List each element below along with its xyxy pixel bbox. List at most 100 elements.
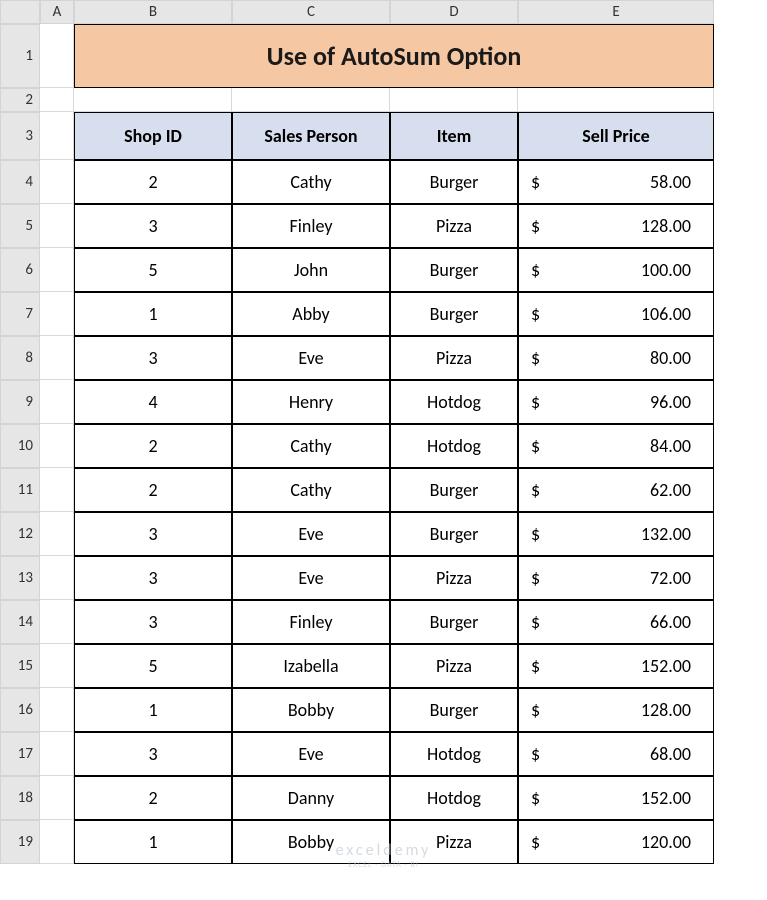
row-header-9[interactable]: 9 xyxy=(0,380,40,424)
cell-shop[interactable]: 5 xyxy=(74,248,232,292)
row-header-16[interactable]: 16 xyxy=(0,688,40,732)
row-header-14[interactable]: 14 xyxy=(0,600,40,644)
cell-person[interactable]: Izabella xyxy=(232,644,390,688)
cell-item[interactable]: Burger xyxy=(390,160,518,204)
cell-item[interactable]: Pizza xyxy=(390,644,518,688)
table-header-sell-price[interactable]: Sell Price xyxy=(518,112,714,160)
cell-item[interactable]: Burger xyxy=(390,688,518,732)
cell-item[interactable]: Burger xyxy=(390,248,518,292)
cell-person[interactable]: Henry xyxy=(232,380,390,424)
cell-A18[interactable] xyxy=(40,776,74,820)
col-header-B[interactable]: B xyxy=(74,0,232,24)
col-header-D[interactable]: D xyxy=(390,0,518,24)
cell-shop[interactable]: 2 xyxy=(74,424,232,468)
cell-item[interactable]: Pizza xyxy=(390,336,518,380)
cell-item[interactable]: Burger xyxy=(390,292,518,336)
row-header-4[interactable]: 4 xyxy=(0,160,40,204)
cell-A8[interactable] xyxy=(40,336,74,380)
cell-A16[interactable] xyxy=(40,688,74,732)
cell-person[interactable]: John xyxy=(232,248,390,292)
cell-A3[interactable] xyxy=(40,112,74,160)
cell-item[interactable]: Pizza xyxy=(390,556,518,600)
cell-price[interactable]: $106.00 xyxy=(518,292,714,336)
cell-person[interactable]: Eve xyxy=(232,556,390,600)
cell-person[interactable]: Abby xyxy=(232,292,390,336)
cell-A1[interactable] xyxy=(40,24,74,88)
cell-item[interactable]: Hotdog xyxy=(390,424,518,468)
cell-price[interactable]: $120.00 xyxy=(518,820,714,864)
row-header-6[interactable]: 6 xyxy=(0,248,40,292)
cell-price[interactable]: $96.00 xyxy=(518,380,714,424)
col-header-C[interactable]: C xyxy=(232,0,390,24)
cell-price[interactable]: $132.00 xyxy=(518,512,714,556)
cell-price[interactable]: $84.00 xyxy=(518,424,714,468)
row-header-18[interactable]: 18 xyxy=(0,776,40,820)
cell-shop[interactable]: 2 xyxy=(74,160,232,204)
cell-price[interactable]: $152.00 xyxy=(518,644,714,688)
cell-shop[interactable]: 2 xyxy=(74,468,232,512)
table-header-item[interactable]: Item xyxy=(390,112,518,160)
col-header-E[interactable]: E xyxy=(518,0,714,24)
row-header-17[interactable]: 17 xyxy=(0,732,40,776)
cell-shop[interactable]: 5 xyxy=(74,644,232,688)
cell-person[interactable]: Finley xyxy=(232,204,390,248)
page-title[interactable]: Use of AutoSum Option xyxy=(74,24,714,88)
cell-A15[interactable] xyxy=(40,644,74,688)
cell-shop[interactable]: 2 xyxy=(74,776,232,820)
cell-price[interactable]: $152.00 xyxy=(518,776,714,820)
cell-item[interactable]: Hotdog xyxy=(390,380,518,424)
cell-price[interactable]: $62.00 xyxy=(518,468,714,512)
row-header-13[interactable]: 13 xyxy=(0,556,40,600)
cell-shop[interactable]: 1 xyxy=(74,292,232,336)
cell-price[interactable]: $68.00 xyxy=(518,732,714,776)
row-header-10[interactable]: 10 xyxy=(0,424,40,468)
row-header-11[interactable]: 11 xyxy=(0,468,40,512)
cell-A11[interactable] xyxy=(40,468,74,512)
cell-person[interactable]: Cathy xyxy=(232,160,390,204)
cell-D2[interactable] xyxy=(390,88,518,112)
cell-shop[interactable]: 3 xyxy=(74,336,232,380)
cell-A6[interactable] xyxy=(40,248,74,292)
cell-person[interactable]: Eve xyxy=(232,336,390,380)
row-header-15[interactable]: 15 xyxy=(0,644,40,688)
cell-A12[interactable] xyxy=(40,512,74,556)
cell-price[interactable]: $72.00 xyxy=(518,556,714,600)
cell-person[interactable]: Bobby xyxy=(232,820,390,864)
cell-A14[interactable] xyxy=(40,600,74,644)
row-header-8[interactable]: 8 xyxy=(0,336,40,380)
cell-A5[interactable] xyxy=(40,204,74,248)
cell-A17[interactable] xyxy=(40,732,74,776)
cell-price[interactable]: $128.00 xyxy=(518,688,714,732)
cell-A13[interactable] xyxy=(40,556,74,600)
cell-B2[interactable] xyxy=(74,88,232,112)
cell-person[interactable]: Eve xyxy=(232,732,390,776)
cell-person[interactable]: Cathy xyxy=(232,424,390,468)
row-header-1[interactable]: 1 xyxy=(0,24,40,88)
row-header-12[interactable]: 12 xyxy=(0,512,40,556)
col-header-A[interactable]: A xyxy=(40,0,74,24)
cell-shop[interactable]: 3 xyxy=(74,512,232,556)
cell-A10[interactable] xyxy=(40,424,74,468)
table-header-sales-person[interactable]: Sales Person xyxy=(232,112,390,160)
row-header-5[interactable]: 5 xyxy=(0,204,40,248)
cell-person[interactable]: Finley xyxy=(232,600,390,644)
cell-item[interactable]: Burger xyxy=(390,512,518,556)
cell-price[interactable]: $58.00 xyxy=(518,160,714,204)
cell-shop[interactable]: 1 xyxy=(74,820,232,864)
row-header-19[interactable]: 19 xyxy=(0,820,40,864)
cell-price[interactable]: $128.00 xyxy=(518,204,714,248)
row-header-3[interactable]: 3 xyxy=(0,112,40,160)
cell-person[interactable]: Eve xyxy=(232,512,390,556)
cell-shop[interactable]: 3 xyxy=(74,204,232,248)
cell-shop[interactable]: 3 xyxy=(74,732,232,776)
table-header-shop-id[interactable]: Shop ID xyxy=(74,112,232,160)
cell-item[interactable]: Burger xyxy=(390,468,518,512)
cell-item[interactable]: Burger xyxy=(390,600,518,644)
cell-item[interactable]: Pizza xyxy=(390,204,518,248)
cell-A7[interactable] xyxy=(40,292,74,336)
cell-person[interactable]: Bobby xyxy=(232,688,390,732)
row-header-7[interactable]: 7 xyxy=(0,292,40,336)
cell-C2[interactable] xyxy=(232,88,390,112)
cell-shop[interactable]: 4 xyxy=(74,380,232,424)
cell-person[interactable]: Cathy xyxy=(232,468,390,512)
